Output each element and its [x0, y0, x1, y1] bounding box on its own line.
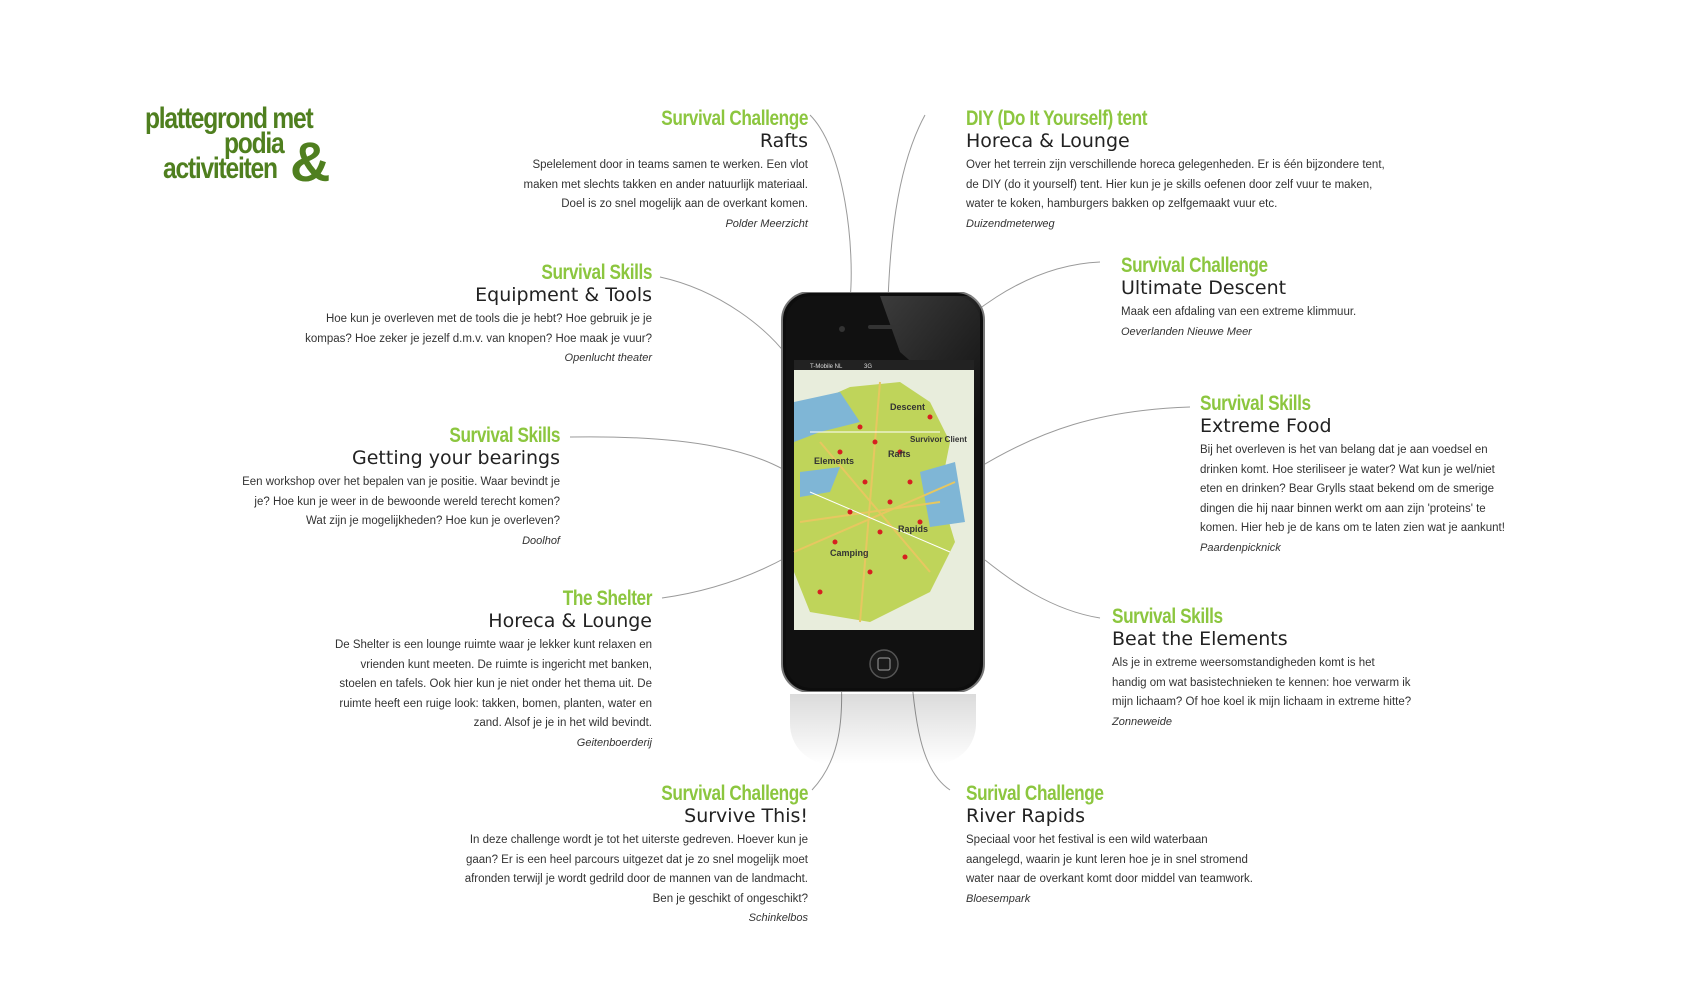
- map-label: Descent: [890, 402, 925, 412]
- activity-subtitle: Beat the Elements: [1112, 628, 1288, 650]
- map-label: Rafts: [888, 449, 911, 459]
- activity-subtitle: Equipment & Tools: [475, 284, 652, 306]
- logo-ampersand: &: [290, 130, 330, 193]
- activity-location: Bloesempark: [966, 892, 1031, 905]
- logo-line-3: activiteiten: [163, 152, 278, 185]
- activity-subtitle: Horeca & Lounge: [966, 130, 1130, 152]
- map-label: Camping: [830, 548, 869, 558]
- activity-description: Speciaal voor het festival is een wild w…: [966, 834, 1253, 885]
- activity-description: Hoe kun je overleven met de tools die je…: [305, 313, 652, 345]
- activity-title: The Shelter: [562, 587, 653, 610]
- connector-diy: [887, 114, 926, 301]
- activity-survive-this: Survival Challenge Survive This! In deze…: [463, 782, 809, 928]
- activity-the-shelter: The Shelter Horeca & Lounge De Shelter i…: [332, 588, 652, 753]
- activity-location: Schinkelbos: [748, 912, 808, 924]
- activity-title: Survival Challenge: [661, 782, 808, 805]
- activity-subtitle: Extreme Food: [1200, 415, 1332, 437]
- activity-description: Als je in extreme weersomstandigheden ko…: [1112, 657, 1412, 708]
- phone-reflection: [790, 694, 976, 764]
- connector-bearings: [569, 436, 801, 481]
- activity-location: Openlucht theater: [564, 352, 652, 364]
- activity-subtitle: Horeca & Lounge: [488, 610, 652, 632]
- activity-description: Spelelement door in teams samen te werke…: [523, 159, 808, 210]
- phone-camera: [839, 326, 845, 332]
- activity-title: Survival Skills: [541, 261, 652, 284]
- activity-beat-the-elements: Survival Skills Beat the Elements Als je…: [1112, 606, 1412, 732]
- connector-rafts: [809, 114, 852, 301]
- activity-title: Survival Skills: [1200, 392, 1311, 415]
- activity-title: Survival Challenge: [1121, 254, 1268, 277]
- activity-title: Survival Skills: [1112, 605, 1223, 628]
- map-label: Survivor Client: [910, 435, 967, 444]
- activity-title: Surival Challenge: [966, 782, 1104, 805]
- activity-subtitle: Getting your bearings: [352, 447, 560, 469]
- activity-description: In deze challenge wordt je tot het uiter…: [464, 834, 808, 905]
- activity-river-rapids: Surival Challenge River Rapids Speciaal …: [966, 783, 1266, 909]
- activity-title: DIY (Do It Yourself) tent: [966, 107, 1148, 130]
- home-button: [869, 649, 899, 679]
- activity-diy-tent: DIY (Do It Yourself) tent Horeca & Loung…: [966, 108, 1396, 234]
- activity-description: Maak een afdaling van een extreme klimmu…: [1121, 306, 1357, 318]
- phone-mockup: T-Mobile NL 3G Descent Survivor Client E…: [781, 292, 985, 692]
- activity-description: De Shelter is een lounge ruimte waar je …: [334, 639, 652, 729]
- activity-description: Een workshop over het bepalen van je pos…: [242, 476, 560, 527]
- map-label: Rapids: [898, 524, 928, 534]
- connector-food: [974, 406, 1191, 471]
- map-label: Elements: [814, 456, 854, 466]
- network-text: 3G: [864, 364, 872, 370]
- activity-rafts: Survival Challenge Rafts Spelelement doo…: [508, 107, 809, 234]
- connector-elements: [984, 559, 1101, 619]
- activity-subtitle: Ultimate Descent: [1121, 277, 1287, 299]
- activity-equipment-tools: Survival Skills Equipment & Tools Hoe ku…: [292, 262, 652, 368]
- activity-title: Survival Challenge: [661, 107, 808, 130]
- carrier-text: T-Mobile NL: [810, 364, 843, 370]
- activity-subtitle: Survive This!: [684, 805, 808, 827]
- connector-equipment: [659, 276, 791, 361]
- activity-location: Paardenpicknick: [1200, 541, 1281, 554]
- activity-extreme-food: Survival Skills Extreme Food Bij het ove…: [1200, 393, 1510, 558]
- activity-location: Polder Meerzicht: [725, 217, 808, 230]
- activity-location: Duizendmeterweg: [966, 217, 1055, 230]
- map-view: Descent Survivor Client Elements Rafts R…: [793, 370, 974, 630]
- activity-location: Doolhof: [522, 534, 560, 547]
- activity-location: Zonneweide: [1112, 715, 1172, 728]
- activity-description: Bij het overleven is het van belang dat …: [1200, 444, 1505, 534]
- activity-subtitle: River Rapids: [966, 805, 1085, 827]
- activity-subtitle: Rafts: [759, 130, 808, 152]
- activity-description: Over het terrein zijn verschillende hore…: [966, 159, 1385, 210]
- phone-speaker: [868, 325, 900, 329]
- activity-ultimate-descent: Survival Challenge Ultimate Descent Maak…: [1121, 255, 1451, 342]
- activity-location: Geitenboerderij: [576, 736, 652, 749]
- activity-title: Survival Skills: [449, 424, 560, 447]
- activity-getting-bearings: Survival Skills Getting your bearings Ee…: [240, 425, 560, 551]
- activity-location: Oeverlanden Nieuwe Meer: [1121, 325, 1252, 338]
